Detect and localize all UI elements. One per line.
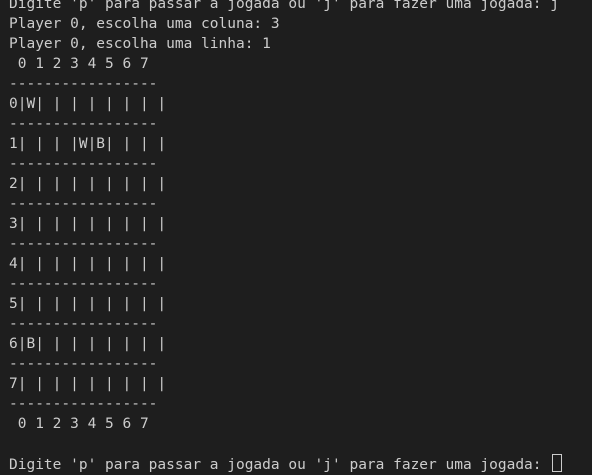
board-row-1: 1| | | |W|B| | | | <box>9 136 167 152</box>
board-column-footer: 0 1 2 3 4 5 6 7 <box>9 416 149 432</box>
board-separator: ----------------- <box>9 76 158 92</box>
board-row-7: 7| | | | | | | | | <box>9 376 167 392</box>
board-separator: ----------------- <box>9 156 158 172</box>
board-row-0: 0|W| | | | | | | | <box>9 96 167 112</box>
board-row-6: 6|B| | | | | | | | <box>9 336 167 352</box>
input-prompt-line[interactable]: Digite 'p' para passar a jogada ou 'j' p… <box>9 454 592 474</box>
terminal-line: Digite 'p' para passar a jogada ou 'j' p… <box>9 0 559 12</box>
input-prompt: Digite 'p' para passar a jogada ou 'j' p… <box>9 457 551 473</box>
board-separator: ----------------- <box>9 236 158 252</box>
board-row-4: 4| | | | | | | | | <box>9 256 167 272</box>
terminal-line: Player 0, escolha uma linha: 1 <box>9 36 271 52</box>
board-separator: ----------------- <box>9 116 158 132</box>
text-cursor[interactable] <box>552 454 563 472</box>
terminal-line: Player 0, escolha uma coluna: 3 <box>9 16 280 32</box>
terminal-window[interactable]: Digite 'p' para passar a jogada ou 'j' p… <box>0 0 592 473</box>
board-row-3: 3| | | | | | | | | <box>9 216 167 232</box>
board-separator: ----------------- <box>9 316 158 332</box>
board-separator: ----------------- <box>9 196 158 212</box>
board-separator: ----------------- <box>9 396 158 412</box>
board-separator: ----------------- <box>9 276 158 292</box>
board-row-5: 5| | | | | | | | | <box>9 296 167 312</box>
board-column-header: 0 1 2 3 4 5 6 7 <box>9 56 149 72</box>
board-row-2: 2| | | | | | | | | <box>9 176 167 192</box>
board-separator: ----------------- <box>9 356 158 372</box>
